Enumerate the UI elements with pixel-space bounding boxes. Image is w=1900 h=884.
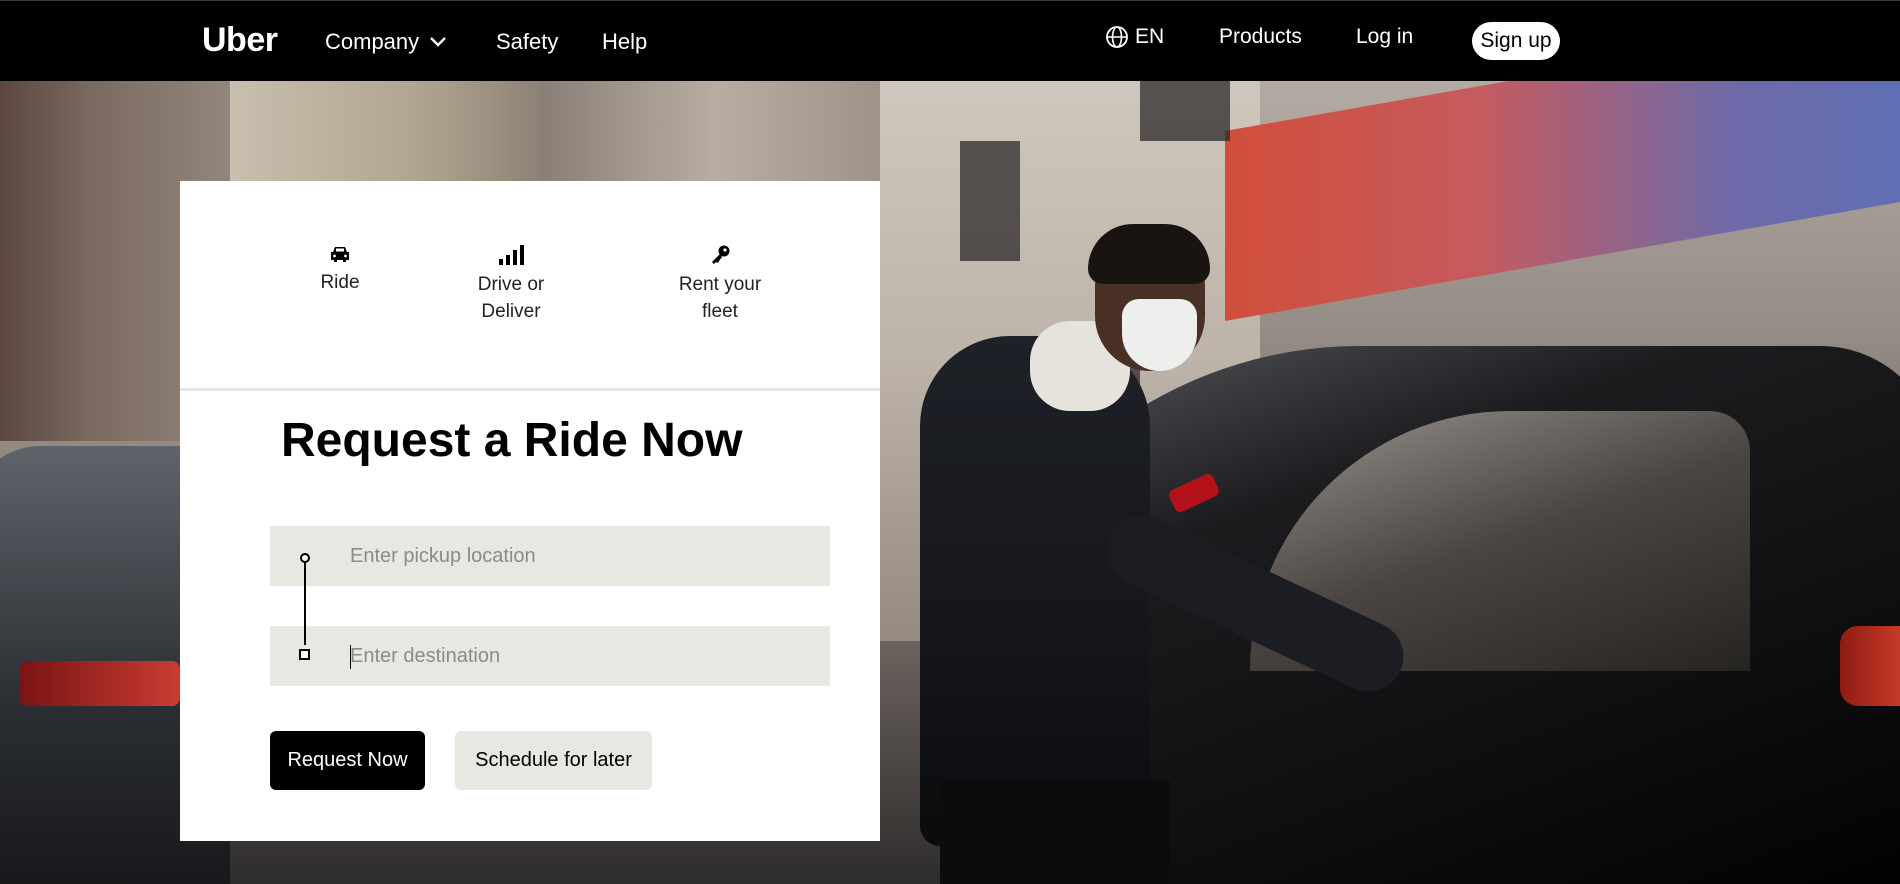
signal-bars-icon bbox=[499, 245, 524, 265]
rider-person bbox=[920, 336, 1150, 846]
tab-drive-label: Drive or Deliver bbox=[477, 274, 545, 322]
tab-drive-or-deliver[interactable]: Drive or Deliver bbox=[451, 245, 571, 325]
nav-company[interactable]: Company bbox=[325, 29, 447, 55]
chevron-down-icon bbox=[430, 37, 447, 47]
tab-rent-your-fleet[interactable]: Rent your fleet bbox=[660, 245, 780, 325]
face-mask bbox=[1122, 299, 1197, 371]
request-ride-card: Ride Drive or Deliver Rent your fleet Re… bbox=[180, 181, 880, 841]
route-connector-line bbox=[304, 554, 306, 645]
nav-help[interactable]: Help bbox=[602, 29, 647, 55]
tab-ride[interactable]: Ride bbox=[290, 245, 390, 296]
signup-button[interactable]: Sign up bbox=[1472, 22, 1560, 60]
tail-light bbox=[1840, 626, 1900, 706]
top-nav: Uber Company Safety Help EN Products Log… bbox=[0, 0, 1900, 81]
request-now-button[interactable]: Request Now bbox=[270, 731, 425, 790]
text-cursor bbox=[350, 645, 351, 669]
uber-logo[interactable]: Uber bbox=[202, 21, 278, 60]
destination-square-icon bbox=[299, 649, 310, 660]
tab-ride-label: Ride bbox=[320, 272, 360, 293]
destination-input[interactable] bbox=[270, 626, 830, 686]
key-icon bbox=[712, 245, 730, 264]
tail-light bbox=[20, 661, 180, 706]
login-link[interactable]: Log in bbox=[1356, 25, 1413, 49]
building-window bbox=[1140, 81, 1230, 141]
rider-hair bbox=[1088, 224, 1210, 284]
page-title: Request a Ride Now bbox=[281, 414, 743, 467]
nav-company-label: Company bbox=[325, 29, 420, 54]
globe-icon bbox=[1106, 26, 1128, 48]
nav-products[interactable]: Products bbox=[1219, 25, 1302, 49]
tab-fleet-label: Rent your fleet bbox=[678, 274, 762, 322]
language-label: EN bbox=[1135, 25, 1165, 48]
language-selector[interactable]: EN bbox=[1105, 25, 1164, 49]
car-icon bbox=[331, 247, 349, 262]
service-tabs: Ride Drive or Deliver Rent your fleet bbox=[180, 181, 880, 391]
schedule-for-later-button[interactable]: Schedule for later bbox=[455, 731, 652, 790]
pickup-location-input[interactable] bbox=[270, 526, 830, 586]
pickup-dot-icon bbox=[300, 553, 310, 563]
nav-safety[interactable]: Safety bbox=[496, 29, 558, 55]
rider-legs bbox=[940, 781, 1170, 884]
building-window bbox=[960, 141, 1020, 261]
